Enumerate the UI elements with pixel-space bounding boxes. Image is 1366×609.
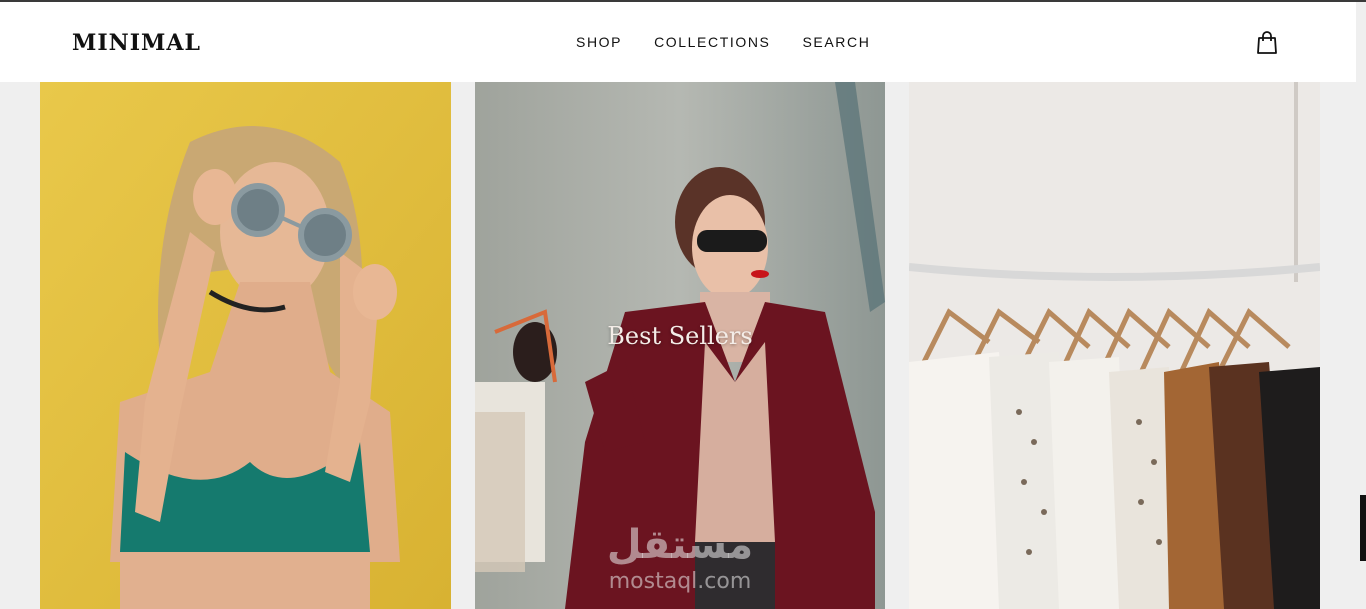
site-header: MINIMAL SHOP COLLECTIONS SEARCH: [0, 2, 1356, 82]
main-nav: SHOP COLLECTIONS SEARCH: [576, 34, 870, 50]
watermark-latin: mostaql.com: [608, 569, 752, 594]
collection-card-3[interactable]: [909, 82, 1320, 609]
scrollbar-thumb[interactable]: [1360, 495, 1366, 561]
shopping-bag-icon[interactable]: [1256, 31, 1278, 55]
nav-shop[interactable]: SHOP: [576, 34, 622, 50]
collection-card-2[interactable]: Best Sellers مستقل mostaql.com: [475, 82, 885, 609]
site-logo[interactable]: MINIMAL: [72, 30, 201, 56]
watermark-arabic: مستقل: [606, 522, 754, 568]
clothes-rack-photo: [909, 82, 1320, 609]
nav-search[interactable]: SEARCH: [802, 34, 870, 50]
woman-round-sunglasses-photo: [40, 82, 451, 609]
card-title-best-sellers[interactable]: Best Sellers: [475, 322, 885, 350]
nav-collections[interactable]: COLLECTIONS: [654, 34, 770, 50]
collection-card-1[interactable]: [40, 82, 451, 609]
